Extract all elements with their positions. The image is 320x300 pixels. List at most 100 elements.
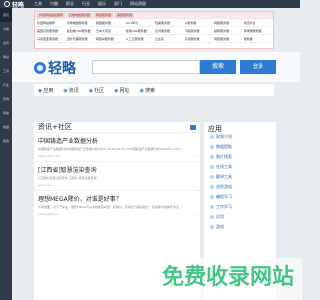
article-title[interactable]: [江西省]智慧渲染查询 <box>38 165 196 174</box>
favorite-icon[interactable]: ☆ <box>193 212 196 216</box>
top-nav-item[interactable]: 娱乐 <box>98 0 106 8</box>
banner-head[interactable]: 高端电脑服务器 <box>67 13 93 18</box>
banner-item[interactable]: 外国网站推荐 <box>37 20 65 27</box>
app-item[interactable]: 图片搜索 <box>204 152 276 162</box>
top-nav-item[interactable]: 职业 <box>66 0 74 8</box>
app-item[interactable]: 应用 <box>204 212 276 222</box>
banner-item[interactable]: 日本大带宽 <box>96 28 124 35</box>
article-meta: data.infoq.com ☆ <box>38 154 196 158</box>
article[interactable]: [江西省]智慧渲染查询 [江西省]智慧渲染查询-江西省-智慧渲染查询 gov.j… <box>34 161 200 190</box>
tab-label: 资讯 <box>68 87 79 94</box>
tab[interactable]: ◉社区 <box>89 87 104 94</box>
app-item[interactable]: 游戏 <box>204 222 276 232</box>
top-nav-item[interactable]: 工具 <box>34 0 42 8</box>
sidebar-item[interactable]: 工具 <box>0 64 12 78</box>
top-nav: 工具 兴趣 职业 行业 娱乐 部门 网站测量 <box>34 0 146 8</box>
tab[interactable]: ◉网址 <box>114 87 129 94</box>
sidebar-item[interactable]: 分类 <box>0 22 12 36</box>
search-input[interactable] <box>92 60 200 74</box>
logo-text: 轻略 <box>12 1 25 9</box>
banner-item[interactable]: 人工云服务器 <box>125 36 153 43</box>
search-tabs: ◉应用 ◉资讯 ◉社区 ◉网址 ◉搜索 <box>34 84 274 96</box>
app-item[interactable]: 数据提取 <box>204 142 276 152</box>
sidebar-item[interactable]: 查询 <box>0 92 12 106</box>
sidebar-item[interactable]: 资讯 <box>0 36 12 50</box>
app-icon <box>210 155 214 159</box>
banner-item[interactable]: 评测服务器 <box>184 36 212 43</box>
app-icon <box>210 225 214 229</box>
banner-item[interactable]: 马来西亚服务器 <box>37 36 65 43</box>
tab[interactable]: ◉资讯 <box>63 87 78 94</box>
app-label: 在线工具 <box>216 164 232 169</box>
article-title[interactable]: 中国铸造产业数据分析 <box>38 136 196 145</box>
banner-item[interactable]: 外国平台 <box>243 20 271 27</box>
app-item[interactable]: 在线工具 <box>204 162 276 172</box>
banner-item[interactable]: vi服务器 <box>184 20 212 27</box>
article-desc: [江西省]智慧渲染查询-江西省-智慧渲染查询 <box>38 176 97 180</box>
banner-item[interactable]: 美国高防服务器 <box>37 28 65 35</box>
banner-item[interactable]: 轻美服务器 <box>155 20 183 27</box>
top-nav-item[interactable]: 行业 <box>82 0 90 8</box>
banner-items: 外国网站推荐 高端电脑服务器 韩国服务器 10/1年付 轻美服务器 vi服务器 韩国服务器外… <box>35 19 273 44</box>
banner-item[interactable]: 香港CN2服务器 <box>125 28 153 35</box>
logo[interactable]: 轻略 <box>4 0 25 9</box>
banner-item[interactable]: 韩国服务器 <box>96 20 124 27</box>
banner-item[interactable]: 10/1年付 <box>125 20 153 27</box>
tab[interactable]: ◉应用 <box>38 87 53 94</box>
login-button[interactable]: 登录 <box>240 60 276 74</box>
banner-item[interactable]: 印度服务器 <box>184 28 212 35</box>
banner-item[interactable]: 台湾服务器 <box>155 28 183 35</box>
sidebar-item[interactable]: 网址 <box>0 50 12 64</box>
banner-item[interactable]: 新加坡CN2服务器 <box>66 28 94 35</box>
banner-item[interactable]: 高端电脑服务器 <box>66 20 94 27</box>
article-source: auto.news.cn <box>38 212 58 216</box>
sidebar: 首页 分类 资讯 网址 工具 行业 查询 导航 收藏 我的 <box>0 8 12 300</box>
favorite-icon[interactable]: ☆ <box>193 183 196 187</box>
banner-item[interactable]: 越南服务器 <box>214 28 242 35</box>
banner-head[interactable]: 美国服务器 <box>115 13 135 18</box>
sidebar-item[interactable]: 首页 <box>0 8 12 22</box>
app-label: 工作学习 <box>216 204 232 209</box>
banner-head[interactable]: 外国网站链接推荐 <box>37 13 66 18</box>
banner-head[interactable]: 韩国服务器 <box>94 13 114 18</box>
app-icon <box>210 145 214 149</box>
brand[interactable]: 轻略 <box>34 58 76 78</box>
search-button[interactable]: 搜索 <box>200 60 236 74</box>
top-nav-item[interactable]: 兴趣 <box>50 0 58 8</box>
app-item[interactable]: 益智游戏 <box>204 182 276 192</box>
banner-item[interactable]: 菲律宾服务器 <box>243 28 271 35</box>
app-item[interactable]: 工作学习 <box>204 202 276 212</box>
banner-item[interactable]: 服务器 <box>243 36 271 43</box>
tab[interactable]: ◉搜索 <box>140 87 155 94</box>
banner-item[interactable]: 韩国服务器 <box>214 20 242 27</box>
app-label: 数据提取 <box>216 144 232 149</box>
article[interactable]: 中国铸造产业数据分析 中国铸造产业数据分析中国铸造产业数据分析2022-10-2… <box>34 132 200 161</box>
app-item[interactable]: 编程学习 <box>204 192 276 202</box>
banner-item[interactable]: 云主机 <box>155 36 183 43</box>
apps-list: 视频介绍 数据提取 图片搜索 在线工具 翻译工具 益智游戏 编程学习 工作学习 应用 游戏 <box>204 132 276 232</box>
app-icon: ◉ <box>38 87 43 94</box>
sidebar-item[interactable]: 我的 <box>0 134 12 148</box>
banner-item[interactable]: 韩国IP服务器 <box>96 36 124 43</box>
sidebar-item[interactable]: 导航 <box>0 106 12 120</box>
banner-item[interactable]: 国外代理服务器 <box>66 36 94 43</box>
sidebar-item[interactable]: 收藏 <box>0 120 12 134</box>
article-title[interactable]: 理想MEGA降价，对谁是好事？ <box>38 194 196 203</box>
top-nav-item[interactable]: 部门 <box>114 0 122 8</box>
app-label: 图片搜索 <box>216 154 232 159</box>
app-icon <box>210 205 214 209</box>
search-icon: ◉ <box>139 87 144 94</box>
community-icon: ◉ <box>88 87 94 94</box>
article[interactable]: 理想MEGA降价，对谁是好事？ 今年前面，对于汽车业，理想MEGA与众多新能源车… <box>34 190 200 219</box>
banner-item[interactable]: 韩国服务器 <box>214 36 242 43</box>
app-label: 应用 <box>216 214 224 219</box>
top-nav-item[interactable]: 网站测量 <box>130 0 146 8</box>
app-icon <box>210 135 214 139</box>
app-item[interactable]: 翻译工具 <box>204 172 276 182</box>
app-label: 游戏 <box>216 224 224 229</box>
favorite-icon[interactable]: ☆ <box>193 154 196 158</box>
tab-label: 网址 <box>119 87 130 94</box>
article-meta: gov.jx.cn ☆ <box>38 183 196 187</box>
sidebar-item[interactable]: 行业 <box>0 78 12 92</box>
app-icon <box>210 185 214 189</box>
